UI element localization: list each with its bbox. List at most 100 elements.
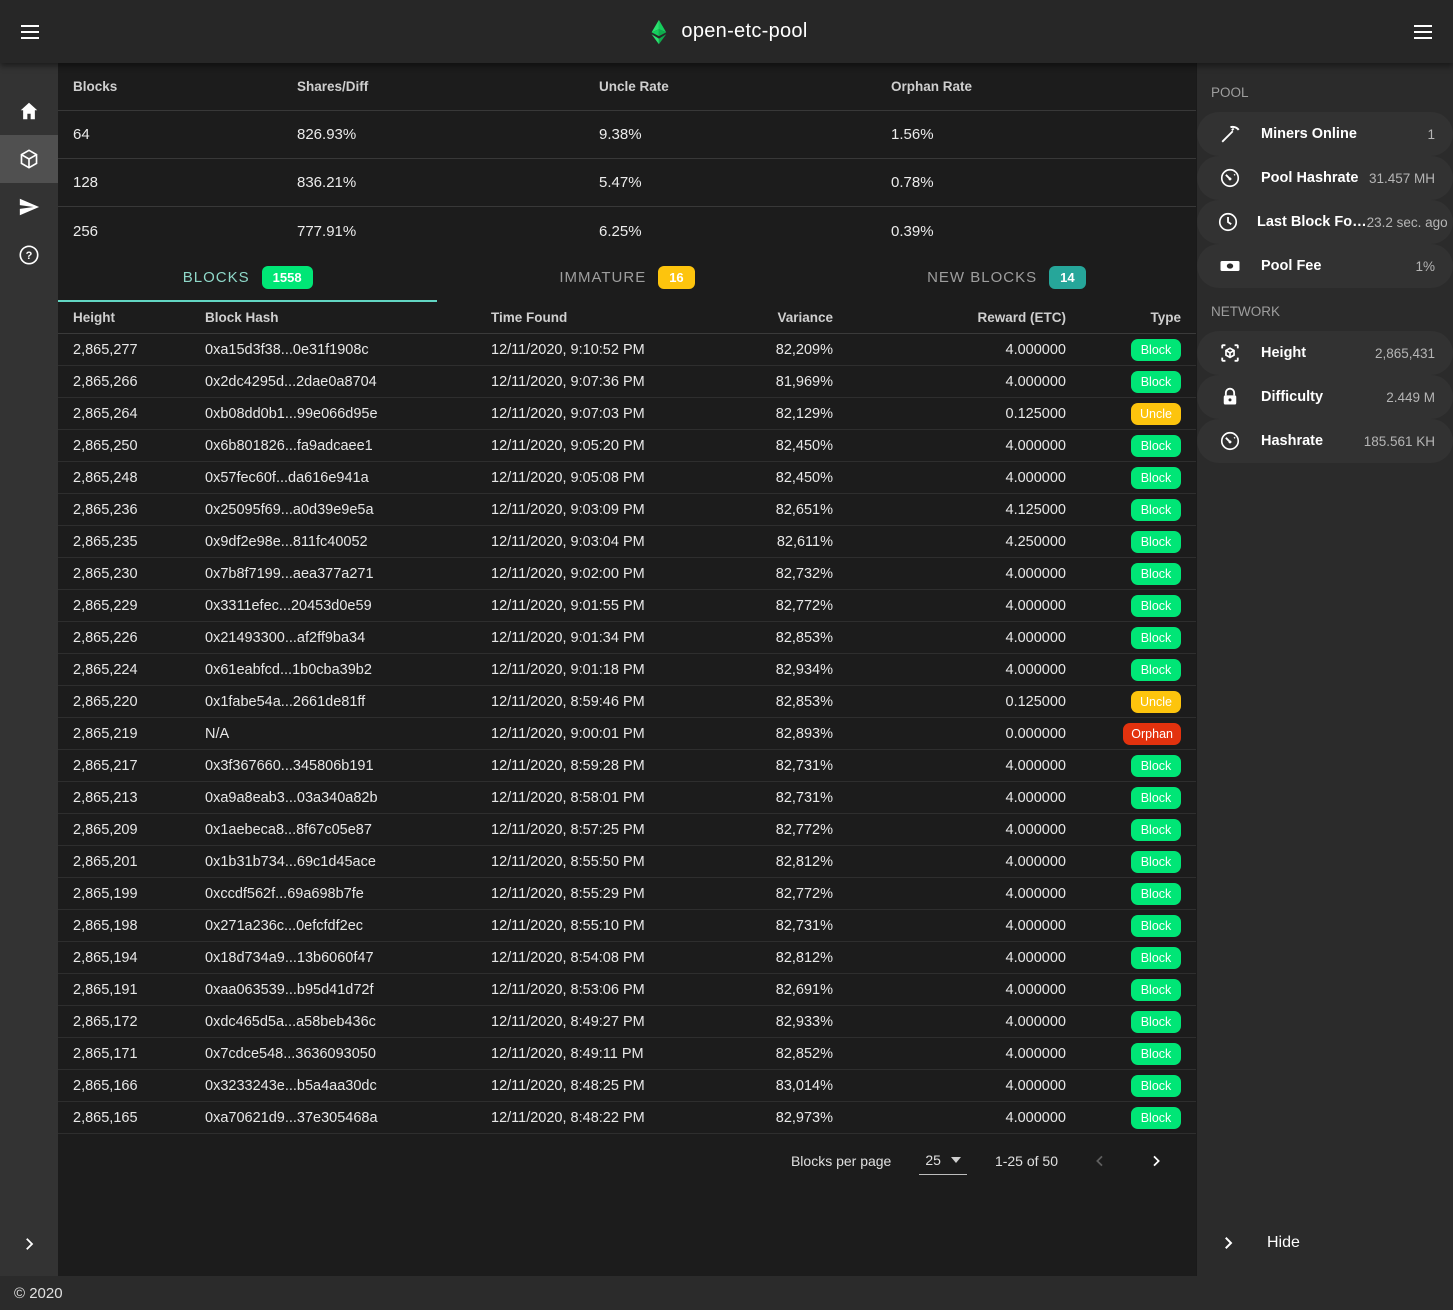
chevron-right-icon	[20, 1235, 38, 1253]
tab-new-blocks[interactable]: NEW BLOCKS 14	[817, 255, 1196, 302]
block-cell-type: Block	[1066, 1043, 1181, 1065]
block-row[interactable]: 2,865,2500x6b801826...fa9adcaee112/11/20…	[58, 430, 1196, 462]
col-header-variance: Variance	[743, 310, 833, 325]
sidebar-item-payments[interactable]	[0, 183, 58, 231]
block-cell-type: Orphan	[1066, 723, 1181, 745]
tab-immature-count-badge: 16	[658, 266, 694, 289]
block-cell-time: 12/11/2020, 8:59:28 PM	[491, 758, 743, 774]
gauge-icon	[1217, 430, 1243, 452]
block-row[interactable]: 2,865,2480x57fec60f...da616e941a12/11/20…	[58, 462, 1196, 494]
tab-new-blocks-label: NEW BLOCKS	[927, 269, 1037, 286]
prev-page-button[interactable]	[1086, 1147, 1114, 1175]
block-cell-hash: 0x2dc4295d...2dae0a8704	[205, 374, 491, 390]
clock-icon	[1217, 211, 1239, 233]
per-page-label: Blocks per page	[791, 1153, 891, 1169]
block-row[interactable]: 2,865,2300x7b8f7199...aea377a27112/11/20…	[58, 558, 1196, 590]
block-cell-type: Block	[1066, 339, 1181, 361]
left-sidebar: ?	[0, 63, 58, 1276]
block-cell-time: 12/11/2020, 8:55:10 PM	[491, 918, 743, 934]
next-page-button[interactable]	[1142, 1147, 1170, 1175]
type-badge: Block	[1131, 595, 1181, 617]
tab-new-blocks-count-badge: 14	[1049, 266, 1085, 289]
block-cell-var: 82,812%	[743, 950, 833, 966]
block-cell-var: 82,852%	[743, 1046, 833, 1062]
app-brand: open-etc-pool	[645, 17, 807, 47]
blocks-table: Height Block Hash Time Found Variance Re…	[58, 302, 1196, 1134]
block-row[interactable]: 2,865,2130xa9a8eab3...03a340a82b12/11/20…	[58, 782, 1196, 814]
block-row[interactable]: 2,865,2350x9df2e98e...811fc4005212/11/20…	[58, 526, 1196, 558]
col-header-type: Type	[1066, 310, 1181, 325]
stat-value: 2.449 M	[1386, 390, 1435, 405]
block-cell-type: Block	[1066, 531, 1181, 553]
block-row[interactable]: 2,865,1710x7cdce548...363609305012/11/20…	[58, 1038, 1196, 1070]
block-row[interactable]: 2,865,2770xa15d3f38...0e31f1908c12/11/20…	[58, 334, 1196, 366]
sidebar-item-blocks[interactable]	[0, 135, 58, 183]
block-row[interactable]: 2,865,2360x25095f69...a0d39e9e5a12/11/20…	[58, 494, 1196, 526]
stats-header-uncle-rate: Uncle Rate	[599, 79, 891, 94]
block-cell-reward: 4.000000	[833, 790, 1066, 806]
block-cell-time: 12/11/2020, 9:01:18 PM	[491, 662, 743, 678]
block-row[interactable]: 2,865,2260x21493300...af2ff9ba3412/11/20…	[58, 622, 1196, 654]
block-row[interactable]: 2,865,1650xa70621d9...37e305468a12/11/20…	[58, 1102, 1196, 1134]
sidebar-item-home[interactable]	[0, 87, 58, 135]
block-row[interactable]: 2,865,2170x3f367660...345806b19112/11/20…	[58, 750, 1196, 782]
stats-cell: 0.39%	[891, 223, 1181, 240]
block-cell-reward: 4.000000	[833, 822, 1066, 838]
block-cell-time: 12/11/2020, 8:54:08 PM	[491, 950, 743, 966]
block-row[interactable]: 2,865,1990xccdf562f...69a698b7fe12/11/20…	[58, 878, 1196, 910]
type-badge: Block	[1131, 371, 1181, 393]
block-cell-hash: 0x6b801826...fa9adcaee1	[205, 438, 491, 454]
tab-immature[interactable]: IMMATURE 16	[437, 255, 816, 302]
block-row[interactable]: 2,865,2010x1b31b734...69c1d45ace12/11/20…	[58, 846, 1196, 878]
menu-hamburger-icon[interactable]	[6, 8, 54, 56]
tab-blocks[interactable]: BLOCKS 1558	[58, 255, 437, 302]
block-cell-time: 12/11/2020, 8:49:11 PM	[491, 1046, 743, 1062]
main-content: Blocks Shares/Diff Uncle Rate Orphan Rat…	[58, 63, 1196, 1276]
per-page-select[interactable]: 25	[919, 1148, 967, 1175]
block-row[interactable]: 2,865,219N/A12/11/2020, 9:00:01 PM82,893…	[58, 718, 1196, 750]
block-row[interactable]: 2,865,2640xb08dd0b1...99e066d95e12/11/20…	[58, 398, 1196, 430]
block-cell-reward: 4.125000	[833, 502, 1066, 518]
block-cell-type: Block	[1066, 851, 1181, 873]
hide-sidebar-button[interactable]: Hide	[1197, 1210, 1453, 1276]
block-cell-time: 12/11/2020, 9:01:34 PM	[491, 630, 743, 646]
pickaxe-icon	[1217, 123, 1243, 145]
block-row[interactable]: 2,865,2290x3311efec...20453d0e5912/11/20…	[58, 590, 1196, 622]
type-badge: Block	[1131, 947, 1181, 969]
block-cell-var: 82,812%	[743, 854, 833, 870]
block-row[interactable]: 2,865,1980x271a236c...0efcfdf2ec12/11/20…	[58, 910, 1196, 942]
block-cell-var: 82,933%	[743, 1014, 833, 1030]
block-row[interactable]: 2,865,2660x2dc4295d...2dae0a870412/11/20…	[58, 366, 1196, 398]
block-cell-reward: 4.000000	[833, 438, 1066, 454]
options-hamburger-icon[interactable]	[1399, 8, 1447, 56]
block-cell-hash: 0x7cdce548...3636093050	[205, 1046, 491, 1062]
block-row[interactable]: 2,865,1910xaa063539...b95d41d72f12/11/20…	[58, 974, 1196, 1006]
block-row[interactable]: 2,865,1660x3233243e...b5a4aa30dc12/11/20…	[58, 1070, 1196, 1102]
block-cell-hash: 0x1aebeca8...8f67c05e87	[205, 822, 491, 838]
block-row[interactable]: 2,865,2240x61eabfcd...1b0cba39b212/11/20…	[58, 654, 1196, 686]
block-row[interactable]: 2,865,1940x18d734a9...13b6060f4712/11/20…	[58, 942, 1196, 974]
block-cell-reward: 4.000000	[833, 630, 1066, 646]
block-row[interactable]: 2,865,2090x1aebeca8...8f67c05e8712/11/20…	[58, 814, 1196, 846]
block-cell-height: 2,865,224	[73, 662, 205, 678]
type-badge: Block	[1131, 499, 1181, 521]
type-badge: Block	[1131, 851, 1181, 873]
sidebar-expand-button[interactable]	[0, 1212, 58, 1276]
pool-hashrate: Pool Hashrate 31.457 MH	[1197, 156, 1453, 200]
tab-blocks-count-badge: 1558	[262, 266, 313, 289]
block-row[interactable]: 2,865,2200x1fabe54a...2661de81ff12/11/20…	[58, 686, 1196, 718]
copyright-text: © 2020	[14, 1285, 63, 1302]
stat-label: Pool Hashrate	[1261, 170, 1359, 186]
block-cell-time: 12/11/2020, 8:48:25 PM	[491, 1078, 743, 1094]
svg-text:?: ?	[26, 250, 33, 262]
block-cell-type: Uncle	[1066, 403, 1181, 425]
block-cell-hash: 0x1fabe54a...2661de81ff	[205, 694, 491, 710]
stats-cell: 256	[73, 223, 297, 240]
block-cell-var: 82,893%	[743, 726, 833, 742]
block-cell-hash: 0xaa063539...b95d41d72f	[205, 982, 491, 998]
stat-value: 23.2 sec. ago	[1367, 215, 1448, 230]
sidebar-item-help[interactable]: ?	[0, 231, 58, 279]
block-cell-reward: 0.125000	[833, 406, 1066, 422]
block-row[interactable]: 2,865,1720xdc465d5a...a58beb436c12/11/20…	[58, 1006, 1196, 1038]
block-cell-hash: 0x3f367660...345806b191	[205, 758, 491, 774]
